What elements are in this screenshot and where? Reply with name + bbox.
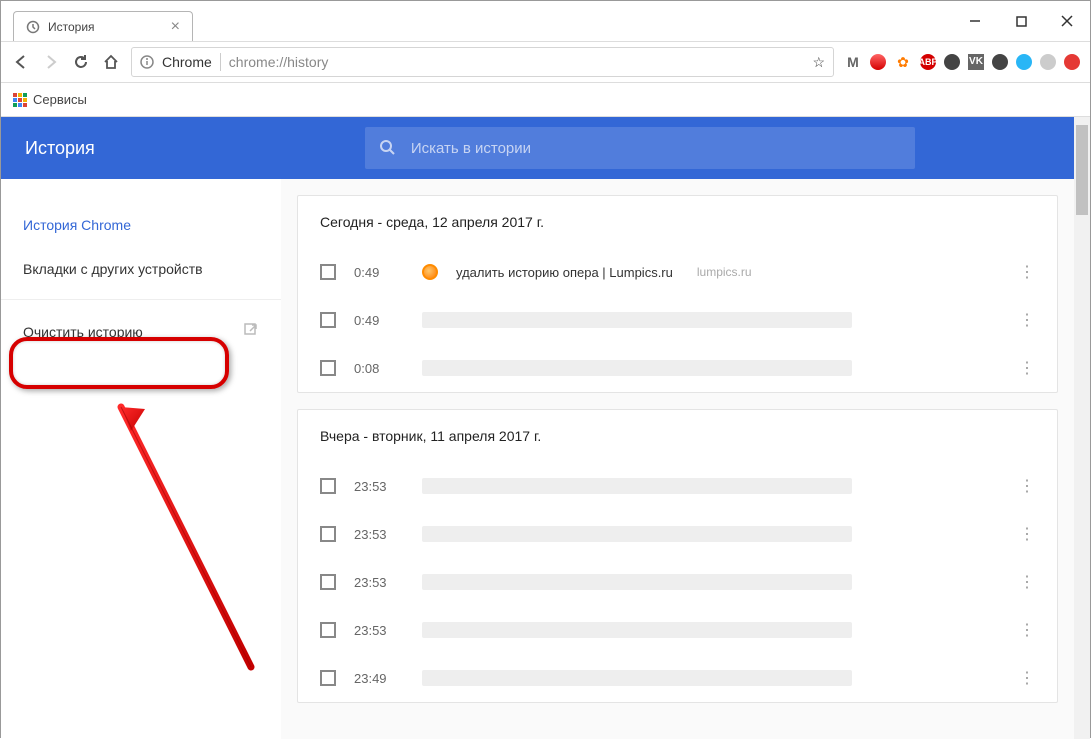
entry-more-icon[interactable]: ⋮ [1019,620,1035,640]
entry-more-icon[interactable]: ⋮ [1019,668,1035,688]
entry-checkbox[interactable] [320,360,336,376]
ext-icon-3[interactable] [1016,54,1032,70]
entry-domain: lumpics.ru [697,265,752,279]
history-entry[interactable]: 23:53 ⋮ [298,510,1057,558]
gmail-icon[interactable]: M [844,53,862,71]
history-list: Сегодня - среда, 12 апреля 2017 г. 0:49 уд… [281,179,1074,739]
entry-checkbox[interactable] [320,622,336,638]
tab-close-icon[interactable]: × [171,18,180,36]
entry-time: 23:53 [354,575,404,590]
bookmarks-bar: Сервисы [1,83,1090,117]
entry-time: 0:08 [354,361,404,376]
maximize-button[interactable] [998,1,1044,41]
entry-blurred [422,312,852,328]
history-entry[interactable]: 0:49 ⋮ [298,296,1057,344]
entry-more-icon[interactable]: ⋮ [1019,476,1035,496]
sidebar-item-chrome-history[interactable]: История Chrome [1,203,281,247]
history-entry[interactable]: 23:53 ⋮ [298,558,1057,606]
entry-more-icon[interactable]: ⋮ [1019,262,1035,282]
sidebar: История Chrome Вкладки с других устройст… [1,179,281,739]
paw-icon[interactable]: ✿ [894,53,912,71]
history-search[interactable]: Искать в истории [365,127,915,169]
history-day-card: Вчера - вторник, 11 апреля 2017 г. 23:53 ⋮… [297,409,1058,703]
entry-checkbox[interactable] [320,526,336,542]
scrollbar-thumb[interactable] [1076,125,1088,215]
entry-blurred [422,478,852,494]
home-button[interactable] [101,52,121,72]
tab-title: История [48,20,95,34]
bookmark-star-icon[interactable]: ☆ [812,54,825,71]
entry-blurred [422,360,852,376]
ext-icon-2[interactable] [992,54,1008,70]
site-favicon [422,264,438,280]
entry-checkbox[interactable] [320,312,336,328]
vk-icon[interactable]: VK [968,54,984,70]
entry-time: 0:49 [354,265,404,280]
window-controls [952,1,1090,41]
url-text: chrome://history [229,54,329,70]
history-entry[interactable]: 23:53 ⋮ [298,462,1057,510]
entry-checkbox[interactable] [320,574,336,590]
entry-checkbox[interactable] [320,670,336,686]
entry-checkbox[interactable] [320,264,336,280]
history-entry[interactable]: 23:49 ⋮ [298,654,1057,702]
reload-button[interactable] [71,52,91,72]
entry-time: 23:53 [354,623,404,638]
sidebar-item-clear-history[interactable]: Очистить историю [1,308,281,355]
apps-icon[interactable] [13,93,27,107]
extension-icons: M ✿ ABP VK [844,53,1080,71]
entry-blurred [422,526,852,542]
address-field[interactable]: Chrome chrome://history ☆ [131,47,834,77]
history-entry[interactable]: 23:53 ⋮ [298,606,1057,654]
history-day-card: Сегодня - среда, 12 апреля 2017 г. 0:49 уд… [297,195,1058,393]
entry-more-icon[interactable]: ⋮ [1019,310,1035,330]
entry-title: удалить историю опера | Lumpics.ru [456,265,673,280]
day-label: Вчера - вторник, 11 апреля 2017 г. [298,410,1057,462]
entry-more-icon[interactable]: ⋮ [1019,358,1035,378]
back-button[interactable] [11,52,31,72]
sidebar-item-other-devices[interactable]: Вкладки с других устройств [1,247,281,291]
history-page: История Искать в истории История Chrome … [1,117,1090,739]
ext-icon-5[interactable] [1064,54,1080,70]
entry-time: 0:49 [354,313,404,328]
entry-more-icon[interactable]: ⋮ [1019,572,1035,592]
entry-checkbox[interactable] [320,478,336,494]
opera-icon[interactable] [870,54,886,70]
adblock-icon[interactable]: ABP [920,54,936,70]
close-window-button[interactable] [1044,1,1090,41]
entry-time: 23:53 [354,527,404,542]
entry-more-icon[interactable]: ⋮ [1019,524,1035,544]
ext-icon-4[interactable] [1040,54,1056,70]
entry-time: 23:49 [354,671,404,686]
history-icon [26,20,40,34]
day-label: Сегодня - среда, 12 апреля 2017 г. [298,196,1057,248]
open-external-icon [243,322,259,341]
entry-time: 23:53 [354,479,404,494]
address-bar: Chrome chrome://history ☆ M ✿ ABP VK [1,41,1090,83]
entry-blurred [422,622,852,638]
browser-tab-history[interactable]: История × [13,11,193,41]
page-title: История [25,138,95,159]
info-icon [140,55,154,69]
history-entry[interactable]: 0:49 удалить историю опера | Lumpics.ru lu… [298,248,1057,296]
tab-bar: История × [1,1,1090,41]
url-zone: Chrome [162,54,212,70]
entry-blurred [422,574,852,590]
ext-icon-1[interactable] [944,54,960,70]
forward-button [41,52,61,72]
minimize-button[interactable] [952,1,998,41]
search-placeholder: Искать в истории [411,140,531,157]
page-header: История Искать в истории [1,117,1074,179]
search-icon [379,139,397,157]
entry-blurred [422,670,852,686]
bookmark-services[interactable]: Сервисы [33,92,87,107]
history-entry[interactable]: 0:08 ⋮ [298,344,1057,392]
